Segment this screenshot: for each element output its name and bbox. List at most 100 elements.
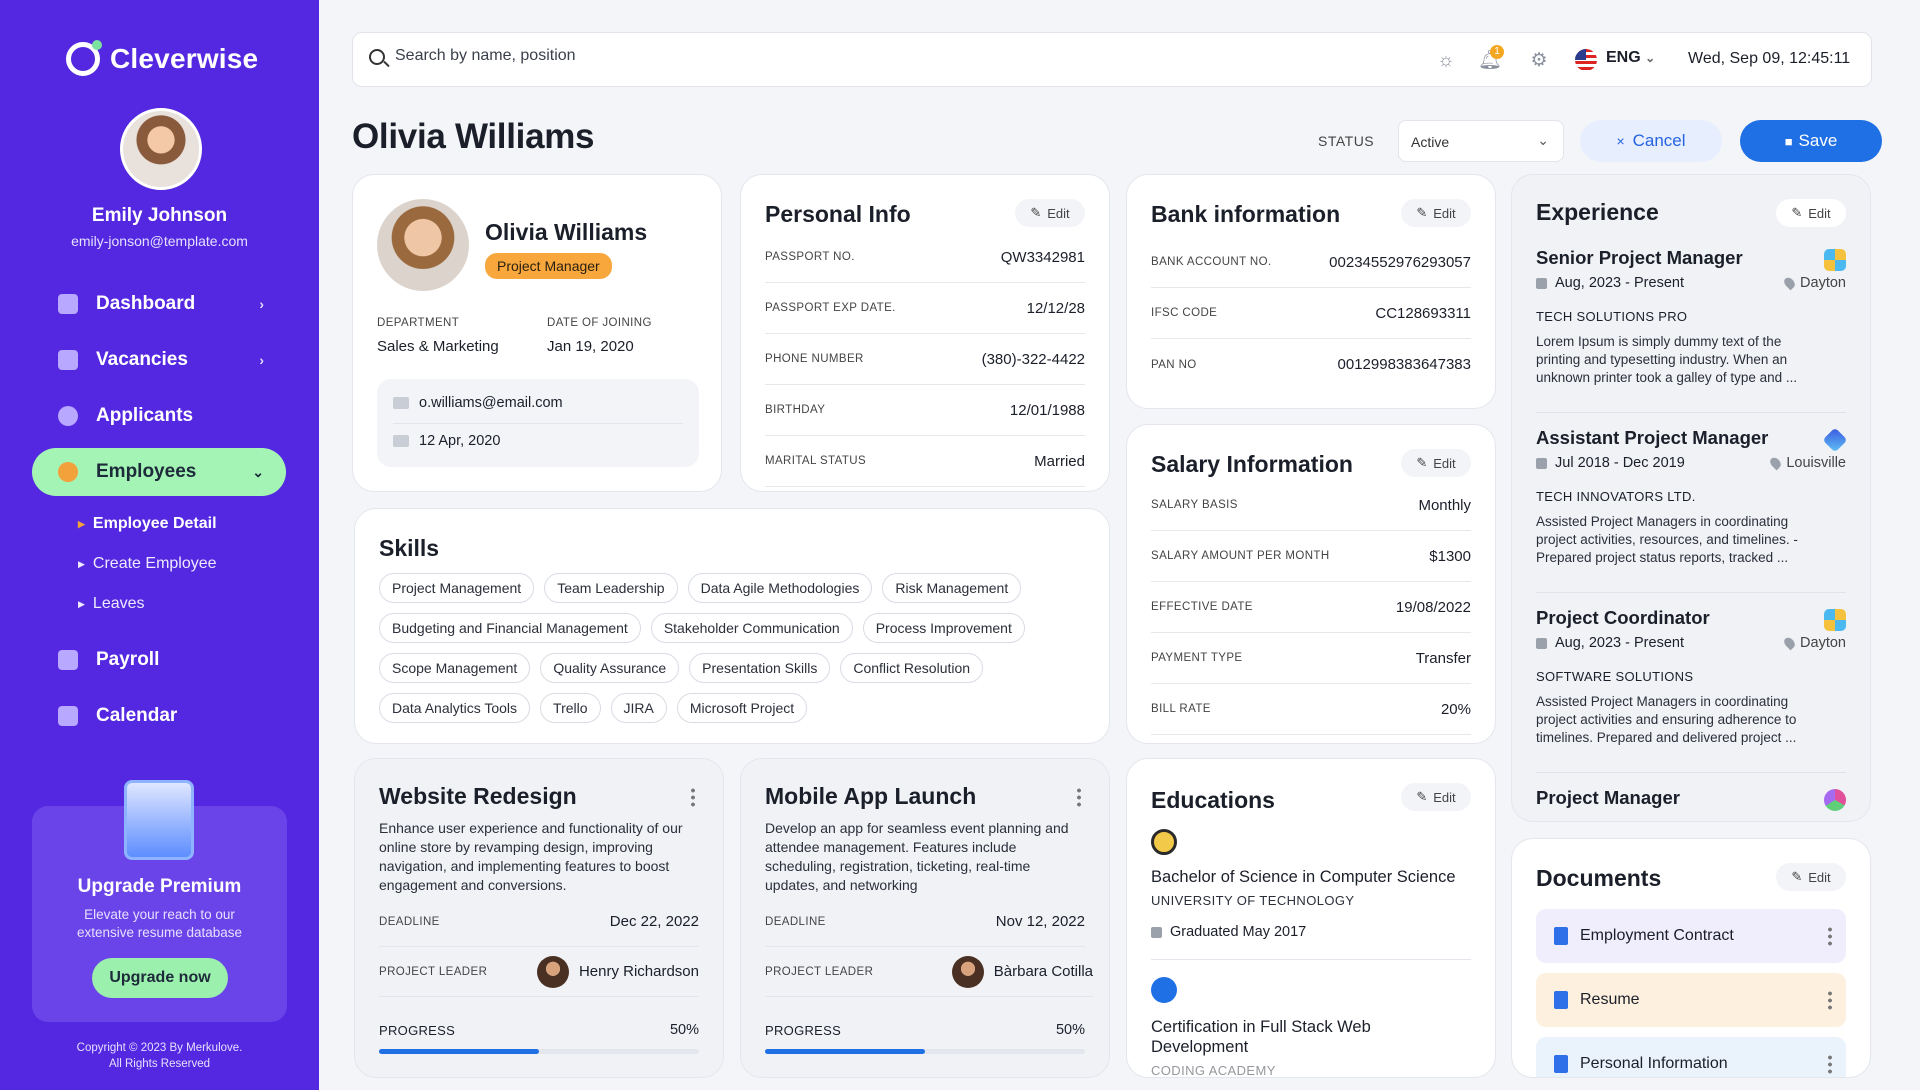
document-name: Resume xyxy=(1580,991,1640,1008)
project-title: Mobile App Launch xyxy=(765,783,977,809)
info-row: PAYMENT TYPE Transfer xyxy=(1151,633,1471,684)
documents-card: Documents ✎ Edit Employment Contract Resu… xyxy=(1511,838,1871,1078)
deadline-row: DEADLINE Dec 22, 2022 xyxy=(379,897,699,947)
calendar-icon xyxy=(1536,637,1547,649)
card-title: Bank information xyxy=(1151,201,1341,227)
upgrade-now-button[interactable]: Upgrade now xyxy=(92,958,228,998)
project-card: Mobile App Launch Develop an app for sea… xyxy=(740,758,1110,1078)
info-key: IFSC CODE xyxy=(1151,307,1218,319)
document-item[interactable]: Resume xyxy=(1536,973,1846,1027)
more-vertical-icon[interactable] xyxy=(1828,926,1832,946)
info-key: PAYMENT TYPE xyxy=(1151,652,1243,664)
more-vertical-icon[interactable] xyxy=(691,787,695,807)
nav-item-employees[interactable]: Employees ⌄ xyxy=(32,448,286,496)
edit-button[interactable]: ✎ Edit xyxy=(1776,199,1846,227)
leader-row: PROJECT LEADER Henry Richardson xyxy=(379,947,699,997)
salary-info-rows: SALARY BASIS Monthly SALARY AMOUNT PER MO… xyxy=(1151,480,1471,735)
nav-item-payroll[interactable]: Payroll xyxy=(32,636,286,684)
subnav-employee-detail[interactable]: ▶ Employee Detail xyxy=(32,504,286,544)
edit-button[interactable]: ✎ Edit xyxy=(1401,199,1471,227)
pdf-file-icon xyxy=(1554,991,1568,1009)
info-row: PAN NO 0012998383647383 xyxy=(1151,339,1471,390)
deadline-row: DEADLINE Nov 12, 2022 xyxy=(765,897,1085,947)
nav-item-vacancies[interactable]: Vacancies › xyxy=(32,336,286,384)
exp-description: Assisted Project Managers in coordinatin… xyxy=(1536,694,1797,745)
info-value: 00234552976293057 xyxy=(1329,253,1471,271)
skill-chip: Stakeholder Communication xyxy=(650,613,853,643)
folder-icon xyxy=(124,780,194,860)
progress-fill xyxy=(765,1049,925,1054)
sun-icon[interactable]: ☼ xyxy=(1436,51,1456,71)
info-row: PHONE NUMBER (380)-322-4422 xyxy=(765,334,1085,385)
skill-chip: Team Leadership xyxy=(544,573,678,603)
employee-avatar xyxy=(377,199,469,291)
exp-title: Project Coordinator xyxy=(1536,607,1710,628)
cancel-button[interactable]: × Cancel xyxy=(1580,120,1722,162)
nav-item-applicants[interactable]: Applicants xyxy=(32,392,286,440)
gear-icon[interactable]: ⚙ xyxy=(1529,51,1549,71)
document-item[interactable]: Employment Contract xyxy=(1536,909,1846,963)
project-description: Enhance user experience and functionalit… xyxy=(379,820,683,893)
mail-icon xyxy=(393,435,409,447)
save-button[interactable]: ■ Save xyxy=(1740,120,1882,162)
chevron-down-icon: ⌄ xyxy=(1537,132,1549,148)
user-email: emily-jonson@template.com xyxy=(71,233,248,249)
copyright-line: Copyright © 2023 By Merkulove. xyxy=(76,1042,243,1054)
nav-item-calendar[interactable]: Calendar xyxy=(32,692,286,740)
joining-label: DATE OF JOINING xyxy=(547,317,652,329)
subnav-label: Create Employee xyxy=(92,555,217,572)
progress-value: 50% xyxy=(1055,1022,1085,1038)
chevron-down-icon: ⌄ xyxy=(1645,51,1656,65)
info-value: 20% xyxy=(1440,700,1471,718)
edit-button[interactable]: ✎ Edit xyxy=(1776,863,1846,891)
search-input[interactable] xyxy=(395,47,895,65)
university-logo-icon xyxy=(1151,829,1177,855)
deadline-value: Dec 22, 2022 xyxy=(609,913,699,930)
user-avatar[interactable] xyxy=(120,108,202,190)
exp-meta: Jul 2018 - Dec 2019 Louisville xyxy=(1536,455,1846,471)
us-flag-icon[interactable] xyxy=(1575,49,1597,71)
info-value: 12/12/28 xyxy=(1026,299,1085,317)
contact-email[interactable]: o.williams@email.com xyxy=(393,395,563,411)
info-key: SALARY BASIS xyxy=(1151,499,1238,511)
more-vertical-icon[interactable] xyxy=(1077,787,1081,807)
pie-chart-icon xyxy=(58,294,78,314)
bell-icon[interactable]: 🔔︎ 1 xyxy=(1478,45,1504,71)
info-row: BILL RATE 20% xyxy=(1151,684,1471,735)
exp-description: Lorem Ipsum is simply dummy text of the … xyxy=(1536,334,1798,385)
experience-item: Assistant Project Manager Jul 2018 - Dec… xyxy=(1536,427,1848,593)
more-vertical-icon[interactable] xyxy=(1828,1054,1832,1074)
pencil-icon: ✎ xyxy=(1791,205,1803,220)
edit-label: Edit xyxy=(1433,205,1456,221)
subnav-leaves[interactable]: ▶ Leaves xyxy=(32,584,286,624)
wallet-icon xyxy=(58,650,78,670)
department-label: DEPARTMENT xyxy=(377,317,460,329)
edit-button[interactable]: ✎ Edit xyxy=(1015,199,1085,227)
top-bar: ☼ 🔔︎1 ⚙ ENG ⌄ Wed, Sep 09, 12:45:11 xyxy=(352,32,1872,87)
nav-item-dashboard[interactable]: Dashboard › xyxy=(32,280,286,328)
email-value: o.williams@email.com xyxy=(419,395,563,411)
copyright-line: All Rights Reserved xyxy=(109,1058,210,1070)
current-datetime: Wed, Sep 09, 12:45:11 xyxy=(1688,50,1851,67)
edit-button[interactable]: ✎ Edit xyxy=(1401,449,1471,477)
deadline-label: DEADLINE xyxy=(765,915,826,928)
role-badge: Project Manager xyxy=(485,253,612,279)
progress-bar xyxy=(765,1049,1085,1054)
edit-button[interactable]: ✎ Edit xyxy=(1401,783,1471,811)
contact-date: 12 Apr, 2020 xyxy=(393,433,500,449)
info-row: BIRTHDAY 12/01/1988 xyxy=(765,385,1085,436)
status-select[interactable]: Active ⌄ xyxy=(1398,120,1564,162)
language-select[interactable]: ENG ⌄ xyxy=(1606,49,1655,67)
notification-badge: 1 xyxy=(1490,45,1504,59)
document-item[interactable]: Personal Information xyxy=(1536,1037,1846,1077)
brand-logo[interactable]: Cleverwise xyxy=(66,40,258,76)
educations-card: Educations ✎ Edit Bachelor of Science in … xyxy=(1126,758,1496,1078)
more-vertical-icon[interactable] xyxy=(1828,990,1832,1010)
calendar-icon xyxy=(1536,457,1547,469)
skill-chip: Project Management xyxy=(379,573,535,603)
leader-avatar xyxy=(951,955,984,988)
skill-chip: Process Improvement xyxy=(862,613,1025,643)
info-key: BIRTHDAY xyxy=(765,404,826,416)
profile-card: Olivia Williams Project Manager DEPARTME… xyxy=(352,174,722,492)
subnav-create-employee[interactable]: ▶ Create Employee xyxy=(32,544,286,584)
